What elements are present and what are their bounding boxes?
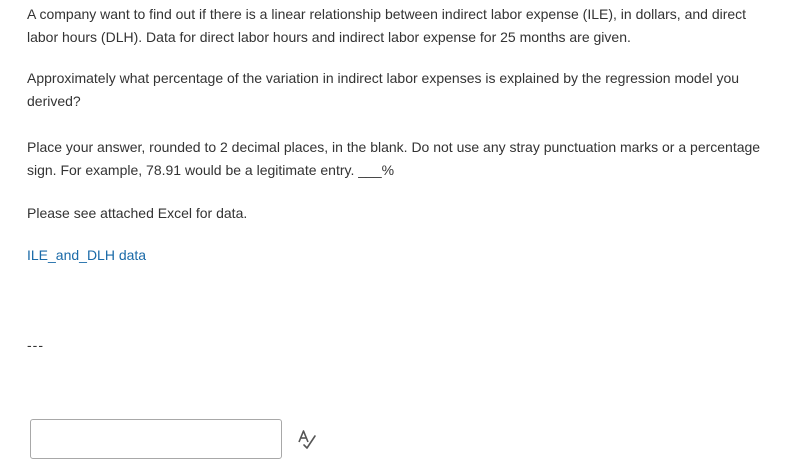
question-paragraph-context: A company want to find out if there is a… — [27, 6, 747, 45]
answer-input[interactable] — [30, 419, 282, 459]
spellcheck-icon[interactable] — [296, 428, 318, 450]
question-paragraph-instructions: Place your answer, rounded to 2 decimal … — [27, 139, 761, 178]
separator-dashes: --- — [27, 337, 44, 353]
question-paragraph-attachment-note: Please see attached Excel for data. — [27, 205, 248, 221]
attachment-link[interactable]: ILE_and_DLH data — [27, 244, 146, 267]
question-paragraph-prompt: Approximately what percentage of the var… — [27, 70, 740, 109]
